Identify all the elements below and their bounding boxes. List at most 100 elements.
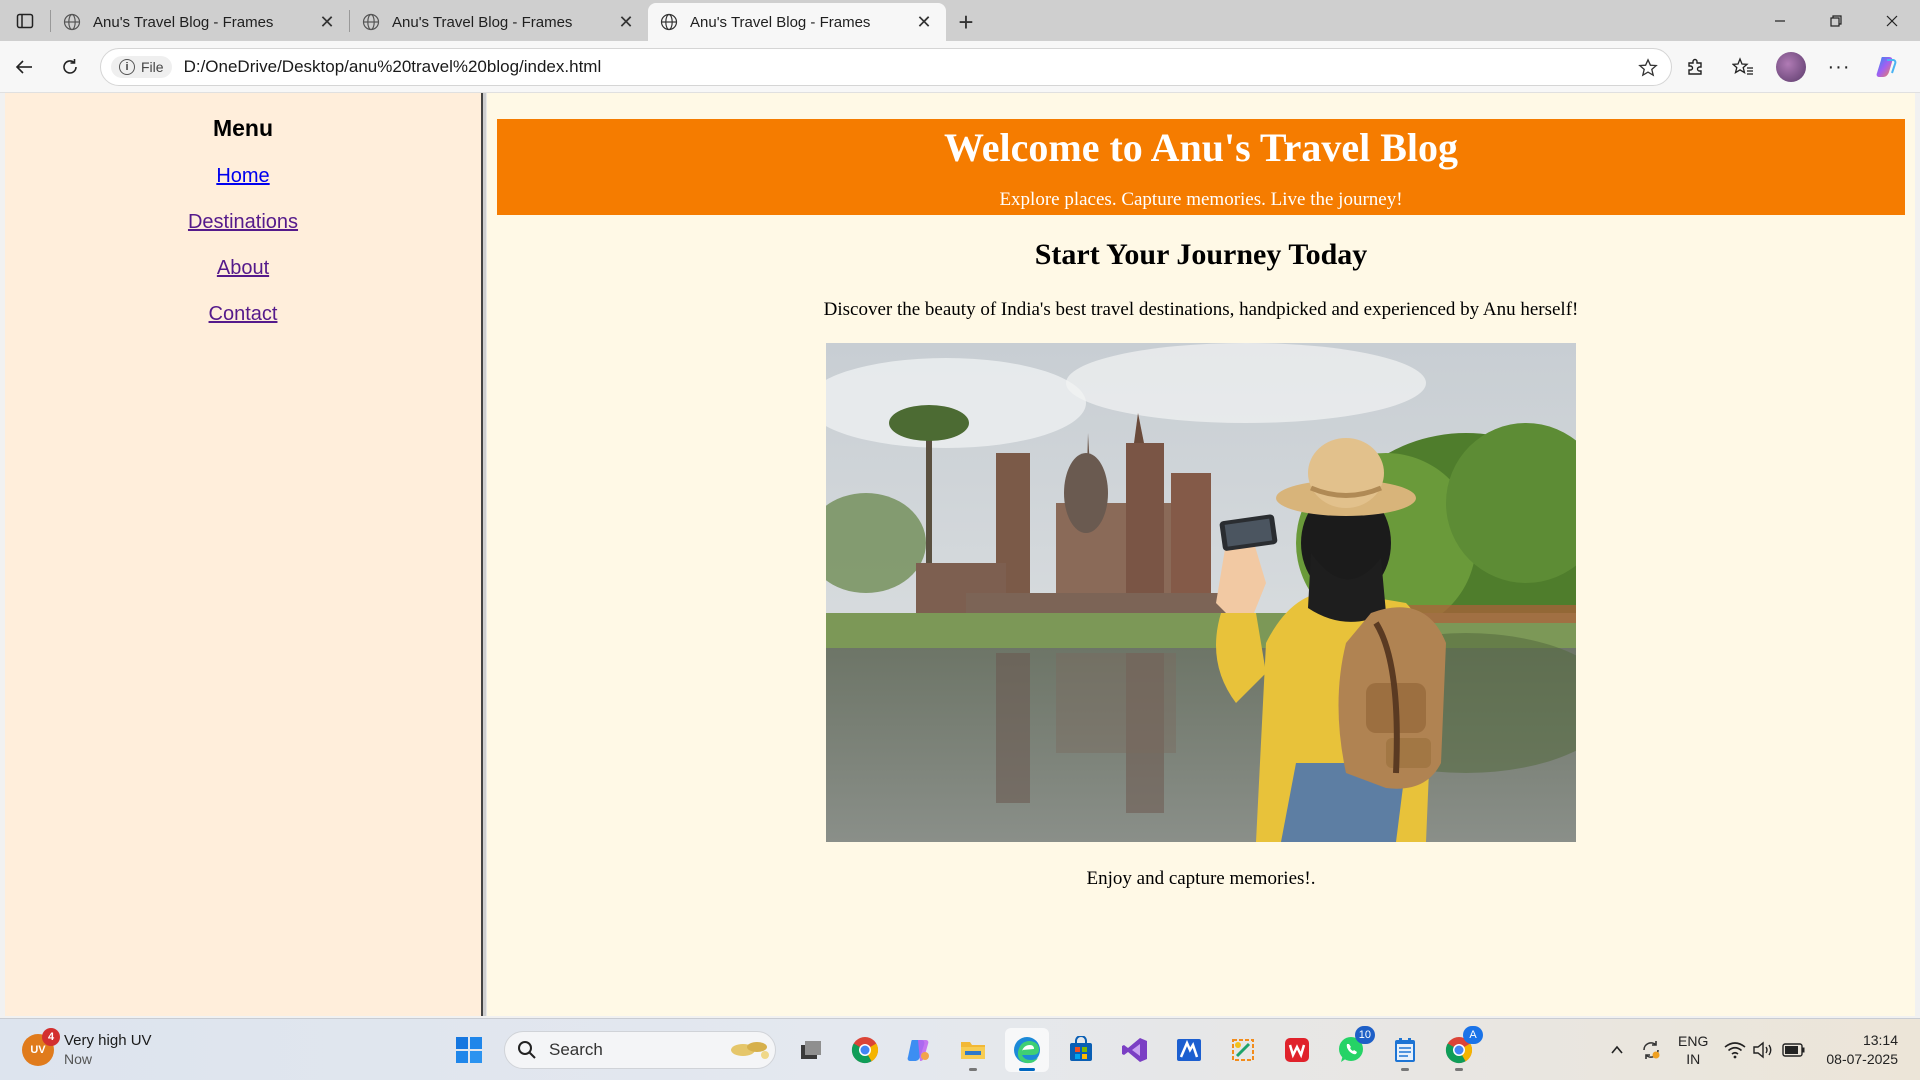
reload-icon [63, 58, 77, 74]
weather-widget[interactable]: UV 4 Very high UV Now [22, 1028, 152, 1069]
extensions-button[interactable] [1672, 49, 1718, 85]
browser-toolbar: i File D:/OneDrive/Desktop/anu%20travel%… [0, 41, 1920, 93]
weather-notification-badge: 4 [42, 1028, 60, 1046]
favorites-button[interactable] [1720, 49, 1766, 85]
taskbar-snipping-tool[interactable] [1221, 1028, 1265, 1072]
whatsapp-notification-badge: 10 [1354, 1026, 1375, 1044]
taskbar-wps[interactable] [1275, 1028, 1319, 1072]
window-controls [1752, 0, 1920, 41]
copilot-icon [907, 1040, 929, 1061]
menu-link-contact[interactable]: Contact [5, 303, 481, 326]
content-frame: Welcome to Anu's Travel Blog Explore pla… [487, 93, 1915, 1016]
settings-more-button[interactable]: ··· [1816, 49, 1862, 85]
section-heading: Start Your Journey Today [1034, 238, 1368, 271]
running-indicator [969, 1068, 977, 1071]
copilot-button[interactable] [1864, 49, 1910, 85]
site-info-button[interactable]: i File [111, 56, 172, 78]
folder-icon [961, 1042, 985, 1059]
close-icon [1886, 15, 1898, 26]
weather-subtitle: Now [64, 1051, 93, 1067]
url-text[interactable]: D:/OneDrive/Desktop/anu%20travel%20blog/… [184, 57, 602, 77]
profile-button[interactable] [1768, 49, 1814, 85]
chrome-icon [851, 1037, 879, 1064]
taskbar-whatsapp[interactable]: 10 [1329, 1026, 1375, 1072]
battery-icon [1782, 1043, 1805, 1057]
globe-icon [63, 13, 81, 31]
header-banner: Welcome to Anu's Travel Blog Explore pla… [497, 119, 1905, 215]
browser-tab-2[interactable]: Anu's Travel Blog - Frames ✕ [350, 3, 648, 41]
sync-icon [1643, 1041, 1660, 1059]
taskbar-search-box[interactable]: Search [504, 1031, 776, 1069]
clock[interactable]: 13:14 08-07-2025 [1814, 1031, 1920, 1069]
plus-icon: + [958, 6, 974, 37]
edge-icon [1014, 1037, 1040, 1064]
tab-title: Anu's Travel Blog - Frames [392, 13, 573, 31]
tab-actions-button[interactable] [0, 0, 50, 41]
address-bar[interactable]: i File D:/OneDrive/Desktop/anu%20travel%… [100, 48, 1672, 86]
more-icon: ··· [1827, 55, 1851, 78]
taskbar-visual-studio[interactable] [1113, 1028, 1157, 1072]
tab-title: Anu's Travel Blog - Frames [690, 13, 871, 31]
tab-title: Anu's Travel Blog - Frames [93, 13, 274, 31]
menu-title: Menu [212, 115, 274, 141]
taskbar-chrome-profile[interactable]: A [1437, 1026, 1483, 1072]
close-tab-icon[interactable]: ✕ [317, 12, 337, 32]
tab-actions-icon [16, 13, 34, 28]
close-window-button[interactable] [1864, 0, 1920, 41]
uv-weather-icon: UV 4 [22, 1028, 60, 1066]
menu-frame: Menu Home Destinations About Contact [5, 93, 481, 1016]
site-info-label: File [141, 59, 164, 75]
taskbar-task-view[interactable] [789, 1028, 833, 1072]
taskbar-copilot[interactable] [897, 1028, 941, 1072]
taskbar-notepad[interactable] [1383, 1028, 1427, 1072]
snipping-tool-icon [1232, 1039, 1254, 1061]
running-indicator [1455, 1068, 1463, 1071]
taskbar-dev-tool[interactable] [1167, 1028, 1211, 1072]
system-tray: ENG IN 13:14 08-07-2025 [1602, 1019, 1920, 1080]
network-volume-battery[interactable] [1716, 1028, 1814, 1072]
notepad-icon [1395, 1038, 1415, 1062]
chevron-up-icon [1611, 1045, 1623, 1054]
close-tab-icon[interactable]: ✕ [914, 12, 934, 32]
taskbar-edge[interactable] [1005, 1028, 1049, 1072]
intro-text: Discover the beauty of India's best trav… [823, 299, 1579, 320]
weather-title: Very high UV [64, 1032, 152, 1049]
browser-tab-1[interactable]: Anu's Travel Blog - Frames ✕ [51, 3, 349, 41]
close-tab-icon[interactable]: ✕ [616, 12, 636, 32]
volume-icon [1753, 1041, 1772, 1059]
new-tab-button[interactable]: + [946, 3, 986, 41]
menu-link-destinations[interactable]: Destinations [5, 211, 481, 234]
back-button[interactable] [2, 49, 46, 85]
menu-link-home[interactable]: Home [5, 165, 481, 188]
sync-status-button[interactable] [1632, 1028, 1670, 1072]
menu-link-about[interactable]: About [5, 257, 481, 280]
task-view-icon [801, 1041, 821, 1059]
info-icon: i [119, 59, 135, 75]
taskbar-apps: Search 10 A [442, 1026, 1486, 1072]
minimize-button[interactable] [1752, 0, 1808, 41]
favorite-button[interactable] [1635, 55, 1661, 81]
show-hidden-icons-button[interactable] [1602, 1028, 1632, 1072]
browser-tab-3-active[interactable]: Anu's Travel Blog - Frames ✕ [648, 3, 946, 41]
language-indicator[interactable]: ENG IN [1670, 1028, 1716, 1072]
search-highlight-icon [731, 1042, 769, 1059]
restore-icon [1830, 14, 1842, 27]
back-arrow-icon [15, 59, 32, 74]
reload-button[interactable] [48, 49, 92, 85]
language-code: ENG [1678, 1033, 1709, 1049]
windows-logo-icon [456, 1037, 482, 1063]
clock-date: 08-07-2025 [1826, 1051, 1898, 1067]
windows-taskbar: UV 4 Very high UV Now Search 10 A ENG IN… [0, 1018, 1920, 1080]
wifi-icon [1724, 1042, 1746, 1059]
copilot-icon [1876, 57, 1897, 77]
start-button[interactable] [447, 1028, 491, 1072]
globe-icon [660, 13, 678, 31]
taskbar-store[interactable] [1059, 1028, 1103, 1072]
store-icon [1070, 1036, 1092, 1061]
traveler-photo [826, 343, 1576, 842]
restore-button[interactable] [1808, 0, 1864, 41]
taskbar-chrome[interactable] [843, 1028, 887, 1072]
taskbar-file-explorer[interactable] [951, 1028, 995, 1072]
page-tagline: Explore places. Capture memories. Live t… [999, 189, 1403, 210]
search-label: Search [549, 1040, 603, 1059]
